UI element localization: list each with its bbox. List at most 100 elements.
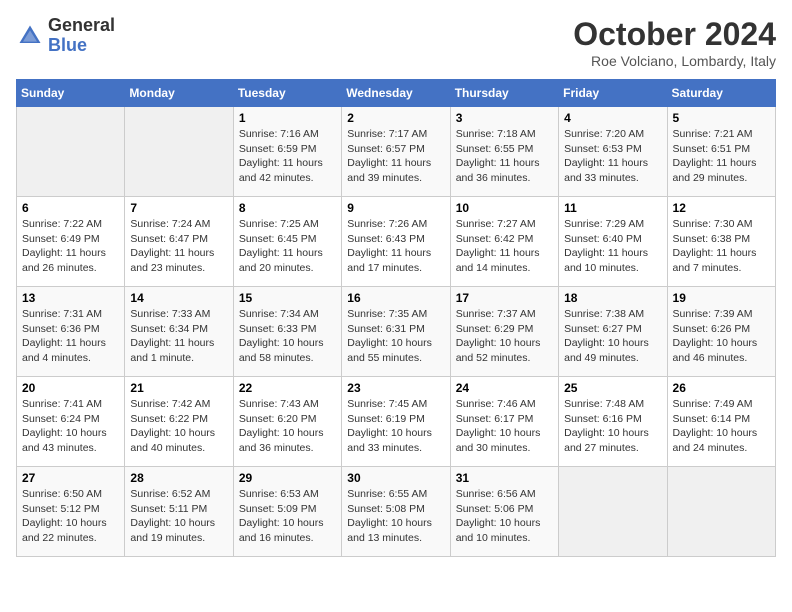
day-info: Sunrise: 6:50 AMSunset: 5:12 PMDaylight:… <box>22 487 119 546</box>
day-number: 3 <box>456 111 553 125</box>
day-info: Sunrise: 7:24 AMSunset: 6:47 PMDaylight:… <box>130 217 227 276</box>
calendar-week-5: 27 Sunrise: 6:50 AMSunset: 5:12 PMDayligh… <box>17 467 776 557</box>
calendar-cell: 21 Sunrise: 7:42 AMSunset: 6:22 PMDayligh… <box>125 377 233 467</box>
day-number: 31 <box>456 471 553 485</box>
weekday-header-row: SundayMondayTuesdayWednesdayThursdayFrid… <box>17 80 776 107</box>
calendar-table: SundayMondayTuesdayWednesdayThursdayFrid… <box>16 79 776 557</box>
calendar-cell: 9 Sunrise: 7:26 AMSunset: 6:43 PMDaylight… <box>342 197 450 287</box>
day-info: Sunrise: 6:53 AMSunset: 5:09 PMDaylight:… <box>239 487 336 546</box>
calendar-week-4: 20 Sunrise: 7:41 AMSunset: 6:24 PMDayligh… <box>17 377 776 467</box>
day-info: Sunrise: 7:18 AMSunset: 6:55 PMDaylight:… <box>456 127 553 186</box>
day-info: Sunrise: 7:26 AMSunset: 6:43 PMDaylight:… <box>347 217 444 276</box>
calendar-cell: 2 Sunrise: 7:17 AMSunset: 6:57 PMDaylight… <box>342 107 450 197</box>
weekday-header-thursday: Thursday <box>450 80 558 107</box>
day-info: Sunrise: 7:25 AMSunset: 6:45 PMDaylight:… <box>239 217 336 276</box>
day-number: 1 <box>239 111 336 125</box>
day-number: 18 <box>564 291 661 305</box>
calendar-cell <box>125 107 233 197</box>
calendar-cell: 13Sunrise: 7:31 AMSunset: 6:36 PMDayligh… <box>17 287 125 377</box>
calendar-cell: 19Sunrise: 7:39 AMSunset: 6:26 PMDayligh… <box>667 287 775 377</box>
calendar-cell: 15 Sunrise: 7:34 AMSunset: 6:33 PMDayligh… <box>233 287 341 377</box>
day-info: Sunrise: 7:33 AMSunset: 6:34 PMDaylight:… <box>130 307 227 366</box>
calendar-cell: 10 Sunrise: 7:27 AMSunset: 6:42 PMDayligh… <box>450 197 558 287</box>
day-info: Sunrise: 7:43 AMSunset: 6:20 PMDaylight:… <box>239 397 336 456</box>
logo-general-text: General <box>48 16 115 36</box>
calendar-cell: 6 Sunrise: 7:22 AMSunset: 6:49 PMDaylight… <box>17 197 125 287</box>
day-info: Sunrise: 7:27 AMSunset: 6:42 PMDaylight:… <box>456 217 553 276</box>
day-number: 23 <box>347 381 444 395</box>
day-number: 26 <box>673 381 770 395</box>
day-info: Sunrise: 7:41 AMSunset: 6:24 PMDaylight:… <box>22 397 119 456</box>
location-text: Roe Volciano, Lombardy, Italy <box>573 53 776 69</box>
day-info: Sunrise: 7:38 AMSunset: 6:27 PMDaylight:… <box>564 307 661 366</box>
day-number: 21 <box>130 381 227 395</box>
day-info: Sunrise: 6:55 AMSunset: 5:08 PMDaylight:… <box>347 487 444 546</box>
day-number: 30 <box>347 471 444 485</box>
weekday-header-monday: Monday <box>125 80 233 107</box>
calendar-cell: 11 Sunrise: 7:29 AMSunset: 6:40 PMDayligh… <box>559 197 667 287</box>
calendar-cell: 18 Sunrise: 7:38 AMSunset: 6:27 PMDayligh… <box>559 287 667 377</box>
calendar-cell: 16Sunrise: 7:35 AMSunset: 6:31 PMDayligh… <box>342 287 450 377</box>
day-info: Sunrise: 7:16 AMSunset: 6:59 PMDaylight:… <box>239 127 336 186</box>
day-info: Sunrise: 7:17 AMSunset: 6:57 PMDaylight:… <box>347 127 444 186</box>
day-number: 4 <box>564 111 661 125</box>
logo-icon <box>16 22 44 50</box>
calendar-cell: 25 Sunrise: 7:48 AMSunset: 6:16 PMDayligh… <box>559 377 667 467</box>
month-title: October 2024 <box>573 16 776 53</box>
day-info: Sunrise: 7:49 AMSunset: 6:14 PMDaylight:… <box>673 397 770 456</box>
day-number: 14 <box>130 291 227 305</box>
day-number: 29 <box>239 471 336 485</box>
day-info: Sunrise: 7:34 AMSunset: 6:33 PMDaylight:… <box>239 307 336 366</box>
day-number: 12 <box>673 201 770 215</box>
day-info: Sunrise: 7:29 AMSunset: 6:40 PMDaylight:… <box>564 217 661 276</box>
title-section: October 2024 Roe Volciano, Lombardy, Ita… <box>573 16 776 69</box>
day-number: 25 <box>564 381 661 395</box>
day-number: 2 <box>347 111 444 125</box>
weekday-header-sunday: Sunday <box>17 80 125 107</box>
calendar-cell <box>559 467 667 557</box>
calendar-header: SundayMondayTuesdayWednesdayThursdayFrid… <box>17 80 776 107</box>
calendar-cell: 26 Sunrise: 7:49 AMSunset: 6:14 PMDayligh… <box>667 377 775 467</box>
day-number: 11 <box>564 201 661 215</box>
calendar-cell: 1 Sunrise: 7:16 AMSunset: 6:59 PMDaylight… <box>233 107 341 197</box>
day-number: 20 <box>22 381 119 395</box>
calendar-cell: 27 Sunrise: 6:50 AMSunset: 5:12 PMDayligh… <box>17 467 125 557</box>
calendar-cell: 28Sunrise: 6:52 AMSunset: 5:11 PMDayligh… <box>125 467 233 557</box>
calendar-cell: 5Sunrise: 7:21 AMSunset: 6:51 PMDaylight… <box>667 107 775 197</box>
calendar-cell: 7Sunrise: 7:24 AMSunset: 6:47 PMDaylight… <box>125 197 233 287</box>
page-header: General Blue October 2024 Roe Volciano, … <box>16 16 776 69</box>
day-number: 13 <box>22 291 119 305</box>
calendar-week-1: 1 Sunrise: 7:16 AMSunset: 6:59 PMDaylight… <box>17 107 776 197</box>
day-number: 17 <box>456 291 553 305</box>
logo-text: General Blue <box>48 16 115 56</box>
day-number: 9 <box>347 201 444 215</box>
calendar-cell <box>17 107 125 197</box>
calendar-cell: 4 Sunrise: 7:20 AMSunset: 6:53 PMDaylight… <box>559 107 667 197</box>
calendar-cell: 22 Sunrise: 7:43 AMSunset: 6:20 PMDayligh… <box>233 377 341 467</box>
day-number: 6 <box>22 201 119 215</box>
calendar-cell: 12 Sunrise: 7:30 AMSunset: 6:38 PMDayligh… <box>667 197 775 287</box>
day-number: 27 <box>22 471 119 485</box>
day-info: Sunrise: 6:56 AMSunset: 5:06 PMDaylight:… <box>456 487 553 546</box>
day-info: Sunrise: 7:42 AMSunset: 6:22 PMDaylight:… <box>130 397 227 456</box>
day-number: 24 <box>456 381 553 395</box>
calendar-cell: 14 Sunrise: 7:33 AMSunset: 6:34 PMDayligh… <box>125 287 233 377</box>
day-info: Sunrise: 7:20 AMSunset: 6:53 PMDaylight:… <box>564 127 661 186</box>
calendar-cell: 3 Sunrise: 7:18 AMSunset: 6:55 PMDaylight… <box>450 107 558 197</box>
calendar-cell: 8 Sunrise: 7:25 AMSunset: 6:45 PMDaylight… <box>233 197 341 287</box>
calendar-cell: 20 Sunrise: 7:41 AMSunset: 6:24 PMDayligh… <box>17 377 125 467</box>
calendar-cell: 31 Sunrise: 6:56 AMSunset: 5:06 PMDayligh… <box>450 467 558 557</box>
day-info: Sunrise: 7:22 AMSunset: 6:49 PMDaylight:… <box>22 217 119 276</box>
day-info: Sunrise: 7:46 AMSunset: 6:17 PMDaylight:… <box>456 397 553 456</box>
calendar-cell: 17Sunrise: 7:37 AMSunset: 6:29 PMDayligh… <box>450 287 558 377</box>
weekday-header-tuesday: Tuesday <box>233 80 341 107</box>
day-info: Sunrise: 6:52 AMSunset: 5:11 PMDaylight:… <box>130 487 227 546</box>
calendar-cell: 23Sunrise: 7:45 AMSunset: 6:19 PMDayligh… <box>342 377 450 467</box>
day-number: 15 <box>239 291 336 305</box>
day-info: Sunrise: 7:48 AMSunset: 6:16 PMDaylight:… <box>564 397 661 456</box>
day-number: 8 <box>239 201 336 215</box>
day-number: 22 <box>239 381 336 395</box>
day-info: Sunrise: 7:39 AMSunset: 6:26 PMDaylight:… <box>673 307 770 366</box>
day-info: Sunrise: 7:30 AMSunset: 6:38 PMDaylight:… <box>673 217 770 276</box>
day-number: 10 <box>456 201 553 215</box>
